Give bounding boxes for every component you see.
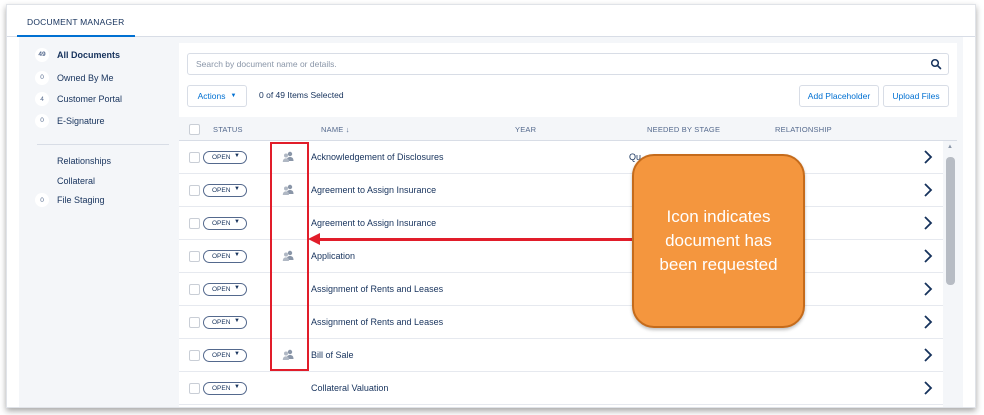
status-label: OPEN [212, 220, 231, 227]
scrollbar-thumb[interactable] [946, 157, 955, 285]
document-name-link[interactable]: Assignment of Rents and Leases [311, 317, 443, 327]
table-row[interactable]: OPEN ▼ Collateral Valuation [179, 372, 943, 405]
status-label: OPEN [212, 385, 231, 392]
document-name-link[interactable]: Bill of Sale [311, 350, 354, 360]
column-name[interactable]: NAME ↓ [321, 125, 350, 134]
document-name-link[interactable]: Application [311, 251, 355, 261]
row-checkbox[interactable] [189, 185, 200, 196]
sidebar-item-relationships[interactable]: Relationships [29, 151, 173, 171]
search-icon[interactable] [930, 58, 942, 70]
sidebar-item-all-documents[interactable]: 49 All Documents [29, 43, 173, 66]
callout-box: Icon indicates document has been request… [632, 154, 805, 328]
document-name-link[interactable]: Collateral Valuation [311, 383, 388, 393]
chevron-right-icon[interactable] [923, 182, 933, 198]
chevron-right-icon[interactable] [923, 314, 933, 330]
sidebar-item-label: Customer Portal [57, 94, 123, 104]
chevron-right-icon[interactable] [923, 248, 933, 264]
status-dropdown[interactable]: OPEN ▼ [203, 283, 247, 296]
chevron-right-icon[interactable] [923, 281, 933, 297]
column-needed-by-stage[interactable]: NEEDED BY STAGE [647, 125, 720, 134]
status-label: OPEN [212, 253, 231, 260]
column-relationship[interactable]: RELATIONSHIP [775, 125, 832, 134]
upload-files-button[interactable]: Upload Files [883, 85, 949, 107]
chevron-right-icon[interactable] [923, 149, 933, 165]
status-dropdown[interactable]: OPEN ▼ [203, 316, 247, 329]
content-area: 49 All Documents 0 Owned By Me 4 Custome… [19, 37, 963, 407]
column-year[interactable]: YEAR [515, 125, 536, 134]
row-checkbox[interactable] [189, 251, 200, 262]
actions-button[interactable]: Actions ▼ [187, 85, 247, 107]
scroll-up-icon[interactable]: ▲ [947, 144, 953, 150]
row-checkbox[interactable] [189, 284, 200, 295]
status-dropdown[interactable]: OPEN ▼ [203, 217, 247, 230]
search-input[interactable] [196, 54, 880, 74]
sidebar-item-collateral[interactable]: Collateral [29, 171, 173, 191]
sidebar: 49 All Documents 0 Owned By Me 4 Custome… [29, 43, 173, 407]
status-dropdown[interactable]: OPEN ▼ [203, 250, 247, 263]
status-label: OPEN [212, 286, 231, 293]
status-label: OPEN [212, 154, 231, 161]
document-name-link[interactable]: Assignment of Rents and Leases [311, 284, 443, 294]
sidebar-item-label: All Documents [57, 49, 121, 60]
search-box [187, 53, 949, 75]
selection-count: 0 of 49 Items Selected [259, 90, 344, 100]
sidebar-divider [37, 144, 169, 145]
count-badge: 4 [35, 92, 49, 106]
count-badge: 49 [35, 47, 49, 62]
tab-document-manager[interactable]: DOCUMENT MANAGER [17, 11, 135, 37]
document-name-link[interactable]: Acknowledgement of Disclosures [311, 152, 444, 162]
sidebar-item-customer-portal[interactable]: 4 Customer Portal [29, 89, 173, 109]
count-badge: 0 [35, 193, 49, 207]
row-checkbox[interactable] [189, 383, 200, 394]
caret-down-icon: ▼ [234, 318, 240, 324]
column-status[interactable]: STATUS [213, 125, 243, 134]
sidebar-item-owned-by-me[interactable]: 0 Owned By Me [29, 66, 173, 89]
sidebar-item-file-staging[interactable]: 0 File Staging [29, 191, 173, 209]
chevron-right-icon[interactable] [923, 347, 933, 363]
row-checkbox[interactable] [189, 218, 200, 229]
sidebar-item-label: E-Signature [57, 115, 105, 126]
count-badge: 0 [35, 70, 49, 85]
status-dropdown[interactable]: OPEN ▼ [203, 382, 247, 395]
table-header: STATUS NAME ↓ YEAR NEEDED BY STAGE RELAT… [179, 117, 957, 141]
caret-down-icon: ▼ [234, 351, 240, 357]
arrow-line [318, 238, 634, 241]
actions-label: Actions [197, 91, 226, 101]
caret-down-icon: ▼ [234, 219, 240, 225]
sidebar-item-e-signature[interactable]: 0 E-Signature [29, 109, 173, 132]
document-manager-window: DOCUMENT MANAGER 49 All Documents 0 Owne… [6, 4, 976, 408]
status-label: OPEN [212, 319, 231, 326]
caret-down-icon: ▼ [234, 252, 240, 258]
status-dropdown[interactable]: OPEN ▼ [203, 184, 247, 197]
document-name-link[interactable]: Agreement to Assign Insurance [311, 185, 436, 195]
caret-down-icon: ▼ [230, 93, 237, 99]
toolbar: Actions ▼ 0 of 49 Items Selected Add Pla… [187, 85, 949, 107]
caret-down-icon: ▼ [234, 384, 240, 390]
status-label: OPEN [212, 352, 231, 359]
sidebar-item-label: Owned By Me [57, 72, 114, 83]
row-checkbox[interactable] [189, 152, 200, 163]
caret-down-icon: ▼ [234, 186, 240, 192]
callout-text: Icon indicates document has been request… [659, 207, 778, 274]
chevron-right-icon[interactable] [923, 380, 933, 396]
status-label: OPEN [212, 187, 231, 194]
row-checkbox[interactable] [189, 317, 200, 328]
status-dropdown[interactable]: OPEN ▼ [203, 349, 247, 362]
arrow-head-icon [308, 233, 320, 245]
add-placeholder-button[interactable]: Add Placeholder [799, 85, 879, 107]
caret-down-icon: ▼ [234, 285, 240, 291]
tab-bar: DOCUMENT MANAGER [7, 5, 975, 37]
count-badge: 0 [35, 113, 49, 128]
highlight-box [270, 142, 309, 371]
select-all-checkbox[interactable] [189, 124, 200, 135]
sidebar-item-label: File Staging [57, 195, 105, 205]
caret-down-icon: ▼ [234, 153, 240, 159]
document-name-link[interactable]: Agreement to Assign Insurance [311, 218, 436, 228]
row-checkbox[interactable] [189, 350, 200, 361]
chevron-right-icon[interactable] [923, 215, 933, 231]
status-dropdown[interactable]: OPEN ▼ [203, 151, 247, 164]
